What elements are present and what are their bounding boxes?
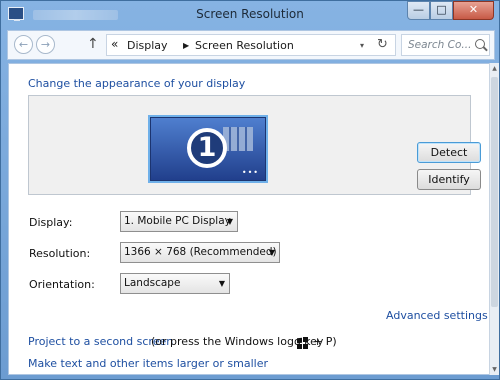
address-dropdown-icon[interactable]: ▾ <box>360 41 364 50</box>
breadcrumb-screen-resolution[interactable]: Screen Resolution <box>195 39 294 52</box>
chevron-down-icon: ▼ <box>226 217 233 226</box>
orientation-label: Orientation: <box>29 278 95 291</box>
resolution-select[interactable]: 1366 × 768 (Recommended) ▼ <box>120 242 280 263</box>
title-bar: Screen Resolution — □ ✕ <box>1 1 499 29</box>
monitor-1-icon[interactable]: 1 ••• <box>150 117 266 181</box>
chevron-down-icon: ▼ <box>218 279 225 288</box>
chevron-down-icon: ▼ <box>268 248 275 257</box>
forward-arrow-icon[interactable]: → <box>36 35 55 54</box>
close-button[interactable]: ✕ <box>453 1 494 20</box>
search-icon[interactable] <box>475 39 485 49</box>
monitor-grid-icon <box>223 127 253 151</box>
display-preview-area: 1 ••• Detect Identify <box>28 95 481 195</box>
screen-resolution-window: Screen Resolution — □ ✕ ← → ↑ « Display … <box>0 0 500 380</box>
breadcrumb-chevron-icon[interactable]: ▶ <box>183 41 189 50</box>
resolution-select-value: 1366 × 768 (Recommended) <box>124 246 277 258</box>
search-box[interactable]: Search Co... <box>401 34 490 56</box>
display-select[interactable]: 1. Mobile PC Display ▼ <box>120 211 238 232</box>
detect-button[interactable]: Detect <box>417 142 481 163</box>
breadcrumb-overflow-icon[interactable]: « <box>111 37 118 51</box>
monitor-number: 1 <box>187 128 227 168</box>
up-arrow-icon[interactable]: ↑ <box>87 36 99 52</box>
advanced-settings-link[interactable]: Advanced settings <box>386 309 488 322</box>
address-bar[interactable]: « Display ▶ Screen Resolution ▾ ↻ <box>106 34 396 56</box>
orientation-select[interactable]: Landscape ▼ <box>120 273 230 294</box>
resolution-label: Resolution: <box>29 247 91 260</box>
monitor-dots-icon: ••• <box>241 168 259 177</box>
content-panel: Change the appearance of your display 1 … <box>8 63 490 375</box>
identify-button[interactable]: Identify <box>417 169 481 190</box>
breadcrumb-display[interactable]: Display <box>127 39 168 52</box>
navigation-bar: ← → ↑ « Display ▶ Screen Resolution ▾ ↻ … <box>7 30 495 60</box>
back-arrow-icon[interactable]: ← <box>14 35 33 54</box>
maximize-button[interactable]: □ <box>430 1 453 20</box>
display-select-value: 1. Mobile PC Display <box>124 215 231 227</box>
page-heading: Change the appearance of your display <box>28 77 246 90</box>
search-input[interactable]: Search Co... <box>408 39 471 51</box>
text-size-link[interactable]: Make text and other items larger or smal… <box>28 357 268 370</box>
vertical-scrollbar[interactable]: ▲ ▼ <box>489 63 499 375</box>
display-label: Display: <box>29 216 73 229</box>
windows-logo-icon <box>297 337 309 349</box>
scroll-thumb[interactable] <box>491 77 498 307</box>
scroll-up-icon[interactable]: ▲ <box>490 65 499 72</box>
orientation-select-value: Landscape <box>124 277 181 289</box>
refresh-icon[interactable]: ↻ <box>377 37 388 52</box>
project-hint-suffix: + P) <box>313 335 337 348</box>
scroll-down-icon[interactable]: ▼ <box>490 366 499 373</box>
minimize-button[interactable]: — <box>407 1 430 20</box>
